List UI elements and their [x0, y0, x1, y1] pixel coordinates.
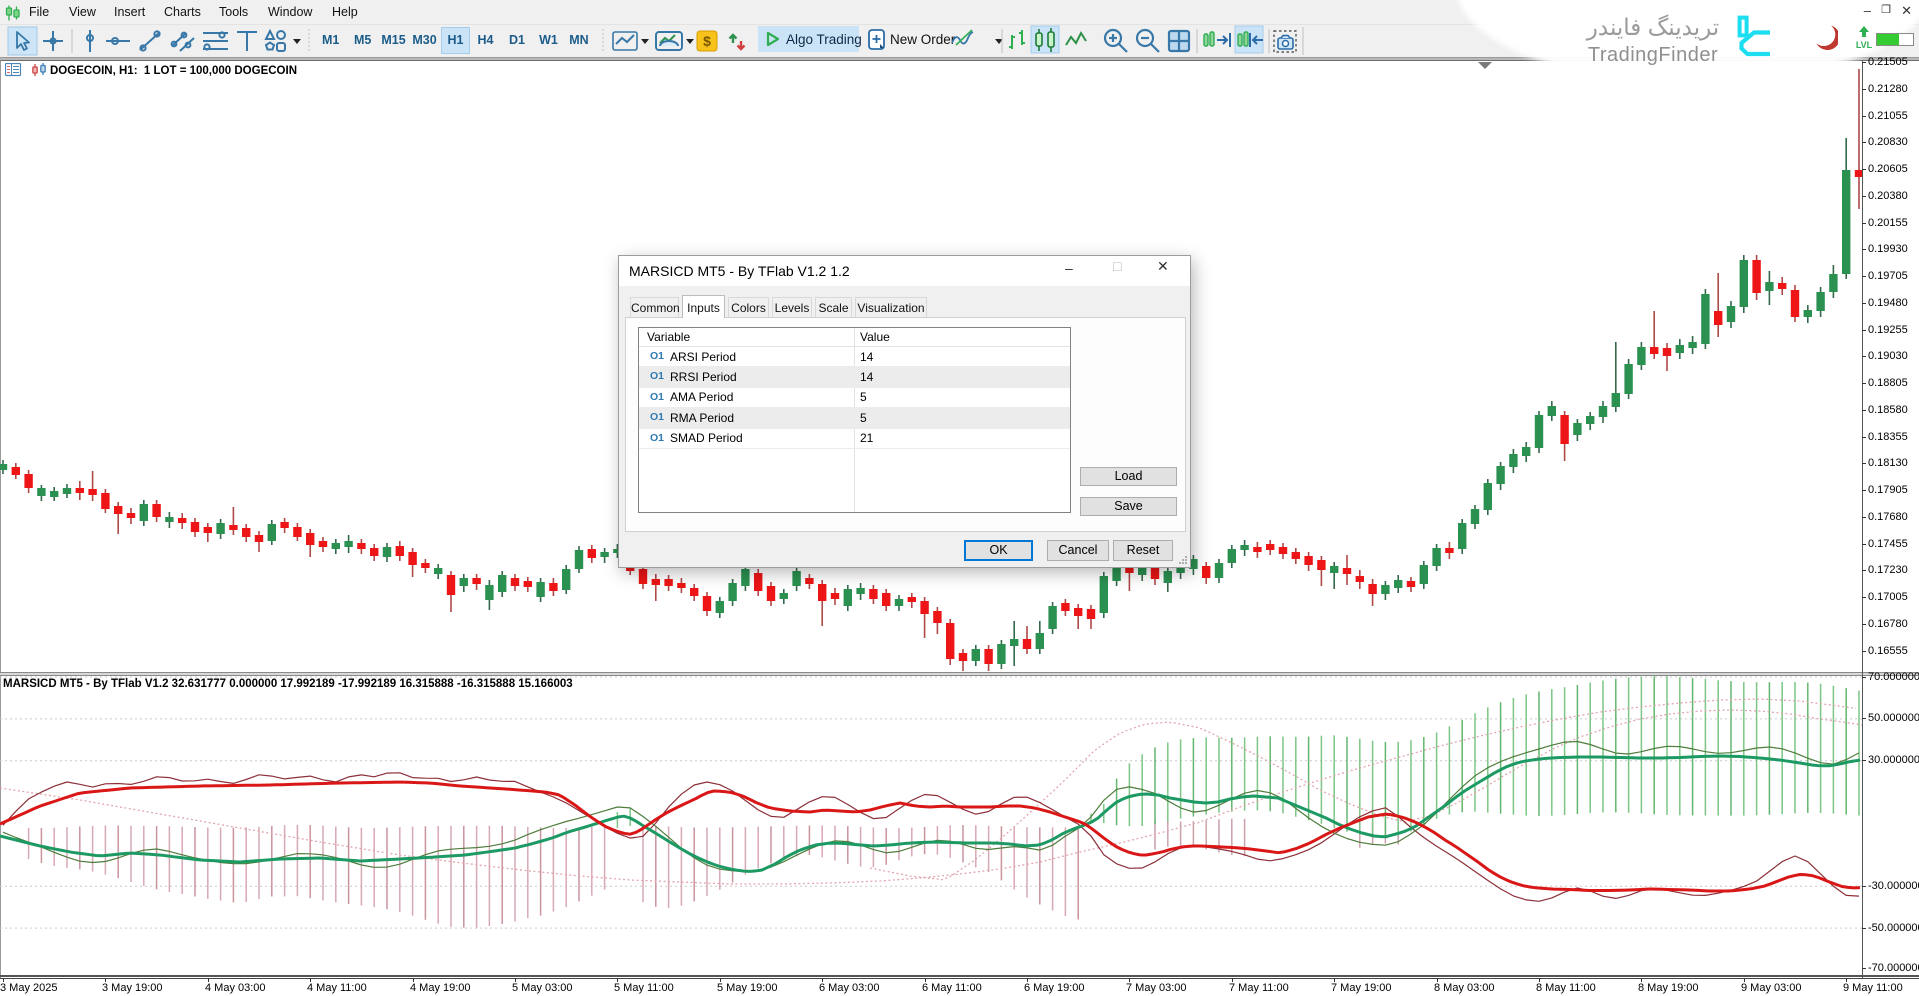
svg-text:LVL: LVL [1856, 40, 1873, 50]
svg-text:$: $ [703, 33, 711, 49]
svg-text:Algo Trading: Algo Trading [786, 32, 862, 47]
svg-text:New Order: New Order [890, 32, 956, 47]
